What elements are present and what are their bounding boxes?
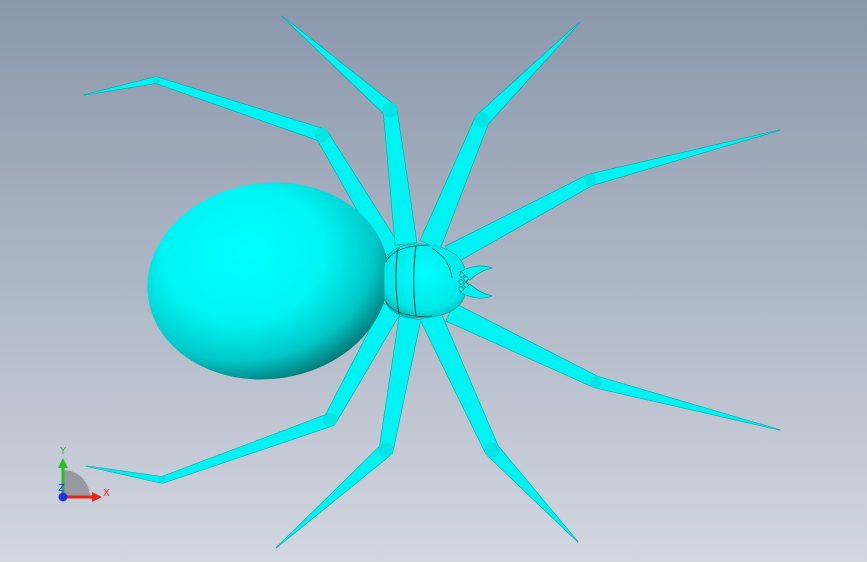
leg-right-fourth-joint [484, 442, 500, 458]
leg-left-fourth-joint [158, 476, 166, 484]
leg-left-fourth-joint [323, 413, 337, 427]
triad-y-label: Y [59, 446, 67, 457]
spider-cephalothorax [383, 243, 467, 319]
model-view[interactable]: Y X Z [0, 0, 867, 562]
triad-z-label: Z [58, 483, 65, 494]
leg-left-second-joint [382, 102, 398, 118]
leg-right-third-joint [590, 376, 602, 388]
leg-right-front-joint [474, 112, 490, 128]
leg-left-third-joint [378, 442, 394, 458]
graphics-viewport[interactable]: Y X Z [0, 0, 867, 562]
leg-right-second-joint [584, 174, 596, 186]
triad-x-label: X [103, 488, 110, 499]
leg-left-front-joint [315, 128, 329, 142]
leg-left-front-joint [152, 76, 160, 84]
